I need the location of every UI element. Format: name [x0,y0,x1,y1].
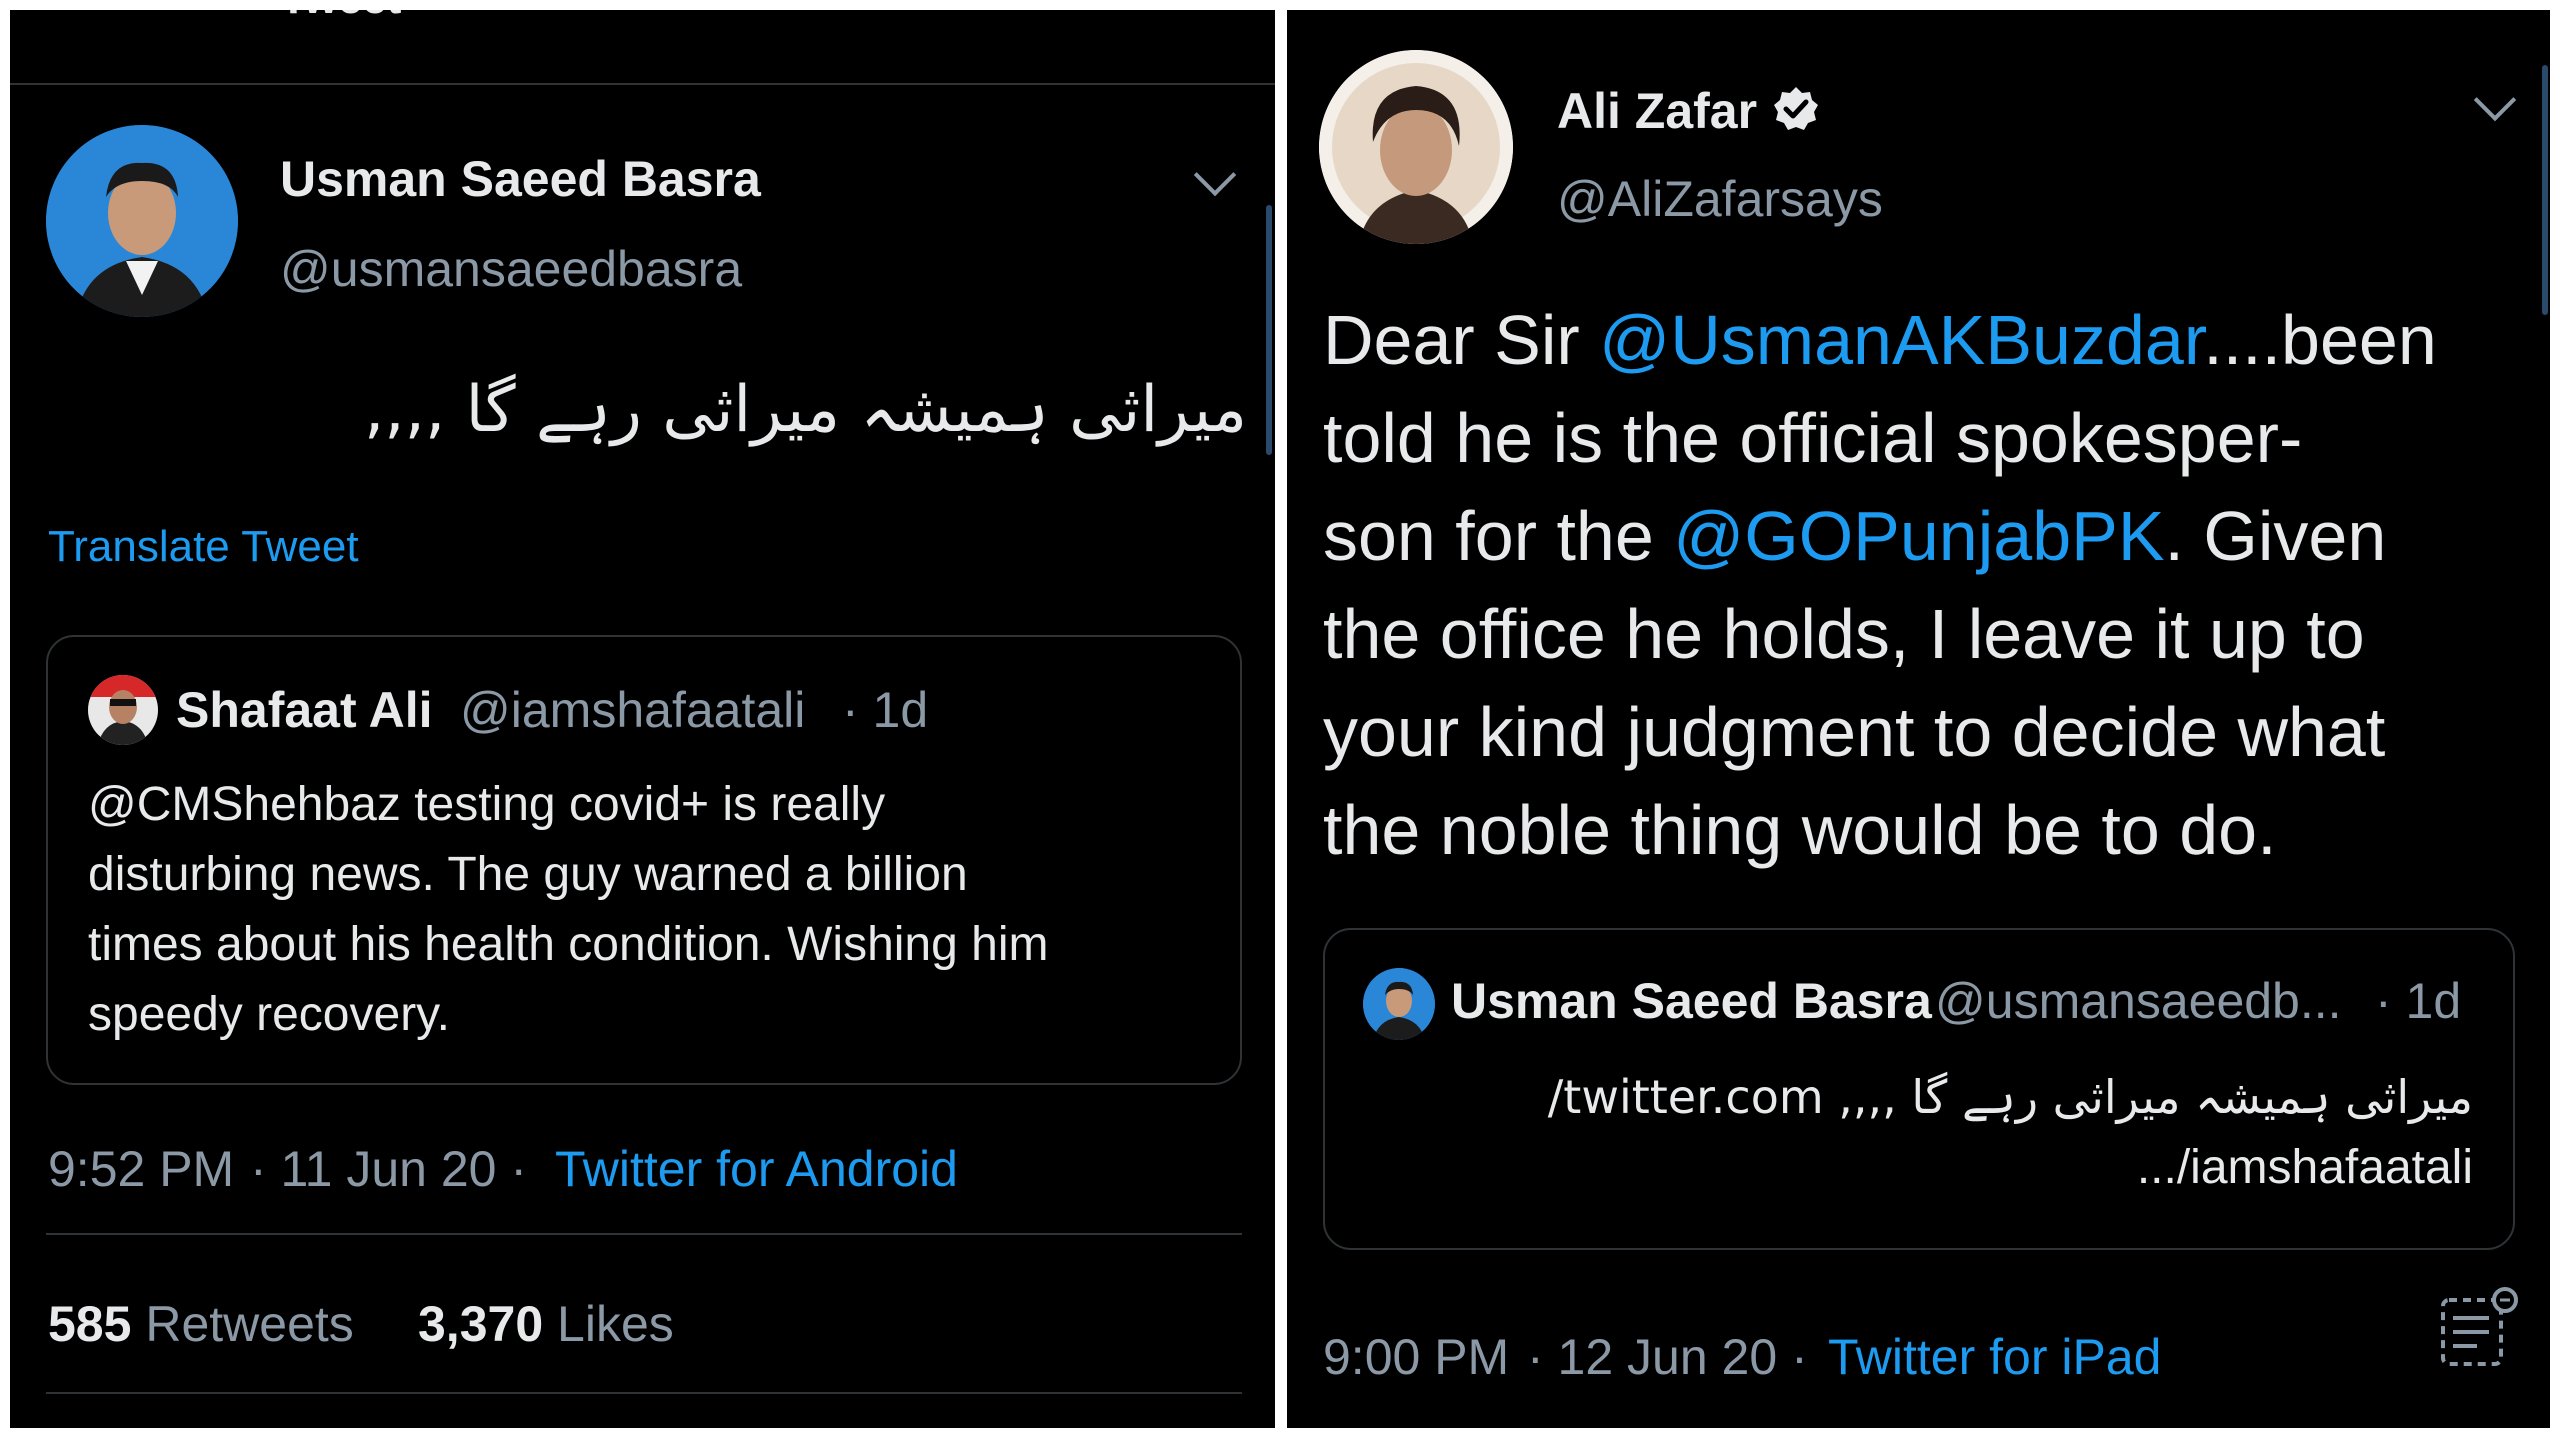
author-handle[interactable]: @AliZafarsays [1557,170,1883,228]
mention-link-gopunjabpk[interactable]: @GOPunjabPK [1673,497,2164,575]
body-text: Dear Sir [1323,301,1600,379]
tweet-source-link[interactable]: Twitter for iPad [1828,1328,2161,1386]
tweet-analytics-icon[interactable] [2427,1280,2527,1380]
quoted-link-text: .../iamshafaatali [2136,1141,2473,1194]
scrollbar[interactable] [1266,205,1272,455]
chevron-down-icon[interactable] [2473,78,2517,122]
quoted-author-avatar [88,675,158,745]
author-avatar[interactable] [46,125,238,317]
quoted-tweet-age: · 1d [2375,973,2462,1029]
quoted-tweet-age: · 1d [842,682,929,738]
tweet-body-line: son for the @GOPunjabPK. Given [1323,496,2386,576]
scrollbar[interactable] [2542,65,2548,315]
tweet-body-line: the office he holds, I leave it up to [1323,595,2365,673]
author-name[interactable]: Usman Saeed Basra [280,150,761,208]
mention-link-usmanakbuzdar[interactable]: @UsmanAKBuzdar [1599,301,2203,379]
translate-tweet-link[interactable]: Translate Tweet [48,522,359,572]
quoted-text-line: disturbing news. The guy warned a billio… [88,848,968,901]
quoted-avatar-portrait [88,675,158,745]
quoted-urdu-text: میراثی ہمیشہ میراثی رہے گا ,,,, [1838,1070,2473,1124]
body-text: . Given [2164,497,2387,575]
page-header-title: Tweet [280,10,401,24]
author-name[interactable]: Ali Zafar [1557,82,1757,140]
quoted-author-avatar [1363,968,1435,1040]
tweet-source-link[interactable]: Twitter for Android [555,1140,958,1198]
right-tweet-panel: Ali Zafar @AliZafarsays Dear Sir @UsmanA… [1287,10,2550,1428]
quoted-author-handle: @iamshafaatali [460,682,806,738]
quoted-author-name: Usman Saeed Basra [1451,973,1932,1029]
tweet-time: 9:52 PM [48,1141,235,1197]
header-divider [10,83,1275,85]
quoted-text-line: میراثی ہمیشہ میراثی رہے گا ,,,, twitter.… [1548,1070,2473,1124]
tweet-body-line: told he is the official spokesper- [1323,399,2303,477]
avatar-portrait [1319,50,1513,244]
retweets-label: Retweets [145,1296,354,1352]
retweets-stat[interactable]: 585 Retweets [48,1295,354,1353]
quoted-tweet-card[interactable]: Usman Saeed Basra @usmansaeedb... · 1d م… [1323,928,2515,1250]
stats-divider-top [46,1233,1242,1235]
tweet-time: 9:00 PM [1323,1329,1510,1385]
quoted-link-text: twitter.com/ [1547,1070,1824,1124]
tweet-body-line: Dear Sir @UsmanAKBuzdar....been [1323,300,2437,380]
quoted-text-line: speedy recovery. [88,988,450,1041]
quoted-text-line: @CMShehbaz testing covid+ is really [88,778,886,831]
quoted-avatar-portrait [1363,968,1435,1040]
likes-label: Likes [557,1296,674,1352]
tweet-date: · 11 Jun 20 · [250,1141,528,1197]
body-text: ....been [2203,301,2437,379]
likes-count: 3,370 [418,1296,544,1352]
quoted-tweet-card[interactable]: Shafaat Ali @iamshafaatali · 1d @CMShehb… [46,635,1242,1085]
author-handle[interactable]: @usmansaeedbasra [280,240,742,298]
likes-stat[interactable]: 3,370 Likes [418,1295,674,1353]
stats-divider-bottom [46,1392,1242,1394]
tweet-body: میراثی ہمیشہ میراثی رہے گا ,,,, [363,373,1247,447]
chevron-down-icon[interactable] [1193,153,1237,197]
body-text: son for the [1323,497,1674,575]
verified-badge-icon [1774,87,1818,130]
quoted-author-handle: @usmansaeedb... [1935,973,2342,1029]
tweet-body-line: the noble thing would be to do. [1323,791,2277,869]
quoted-author-name: Shafaat Ali [176,682,433,738]
quoted-text-line: times about his health condition. Wishin… [88,918,1049,971]
avatar-portrait [46,125,238,317]
tweet-date: · 12 Jun 20 · [1527,1329,1808,1385]
retweets-count: 585 [48,1296,132,1352]
left-tweet-panel: Tweet Usman Saeed Basra @usmansaeedbasra… [10,10,1275,1428]
tweet-body-line: your kind judgment to decide what [1323,693,2386,771]
author-avatar[interactable] [1319,50,1513,244]
